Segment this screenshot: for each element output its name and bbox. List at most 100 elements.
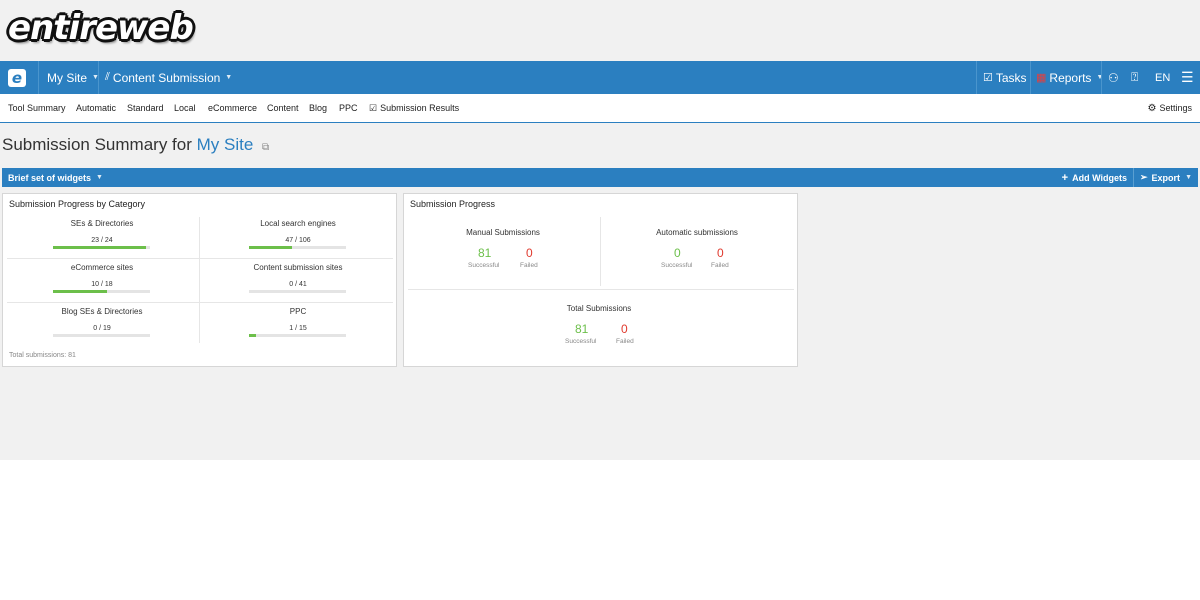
tab-content[interactable]: Content	[267, 94, 299, 122]
divider	[408, 289, 794, 290]
category-item[interactable]: Local search engines 47 / 106	[201, 213, 395, 255]
progress-fill	[249, 334, 256, 337]
tasks-label: Tasks	[995, 70, 1027, 85]
submission-results-icon: ☑	[369, 102, 378, 113]
export-label: Export	[1151, 172, 1181, 183]
category-count: 1 / 15	[289, 325, 307, 332]
category-name: Content submission sites	[253, 263, 343, 272]
reports-label: Reports	[1049, 70, 1092, 85]
user-icon[interactable]: ⚇	[1108, 61, 1119, 94]
successful-label: Successful	[468, 262, 500, 269]
tab-ecommerce[interactable]: eCommerce	[208, 94, 257, 122]
category-name: PPC	[289, 307, 307, 316]
settings-button[interactable]: ⚙ Settings	[1148, 94, 1193, 122]
progress-bar	[249, 334, 346, 337]
page-title: Submission Summary for My Site ⧉	[2, 135, 269, 155]
tab-submission-results[interactable]: ☑ Submission Results	[369, 94, 459, 122]
progress-fill	[249, 246, 292, 249]
tab-blog[interactable]: Blog	[309, 94, 327, 122]
chevron-down-icon: ▼	[96, 174, 103, 181]
gear-icon: ⚙	[1147, 102, 1157, 114]
chevron-down-icon: ▼	[1096, 74, 1104, 81]
progress-bar	[249, 290, 346, 293]
site-selector[interactable]: My Site ▼	[47, 61, 99, 94]
top-navigation-bar: e My Site ▼ ⫽ Content Submission ▼ ☑ Tas…	[0, 61, 1200, 94]
divider	[38, 61, 39, 94]
reports-icon: ▦	[1036, 72, 1047, 84]
progress-bar	[53, 290, 150, 293]
category-item[interactable]: Content submission sites 0 / 41	[201, 257, 395, 299]
category-item[interactable]: Blog SEs & Directories 0 / 19	[5, 301, 199, 343]
divider	[600, 217, 601, 286]
divider	[1101, 61, 1102, 94]
submission-progress-widget: Submission Progress Manual Submissions 8…	[403, 193, 798, 367]
divider	[976, 61, 977, 94]
progress-bar	[53, 334, 150, 337]
language-selector[interactable]: EN	[1155, 61, 1170, 94]
widget-toolbar: Brief set of widgets ▼ + Add Widgets ➢ E…	[2, 168, 1198, 187]
widget-set-selector[interactable]: Brief set of widgets ▼	[8, 168, 103, 187]
reports-button[interactable]: ▦ Reports ▼	[1036, 61, 1103, 94]
add-widgets-button[interactable]: + Add Widgets	[1056, 168, 1134, 187]
stat-title: Total Submissions	[566, 304, 632, 313]
logo-band: entireweb	[0, 0, 1200, 61]
tab-standard[interactable]: Standard	[127, 94, 164, 122]
widget-set-label: Brief set of widgets	[8, 172, 92, 183]
category-name: eCommerce sites	[70, 263, 134, 272]
divider	[199, 217, 200, 343]
total-submissions-note: Total submissions: 81	[9, 352, 76, 359]
divider	[98, 61, 99, 94]
successful-count: 81	[575, 322, 589, 336]
tab-automatic[interactable]: Automatic	[76, 94, 116, 122]
tab-local[interactable]: Local	[174, 94, 196, 122]
stat-title: Automatic submissions	[656, 228, 738, 237]
app-logo-icon: e	[8, 68, 26, 87]
widget-title: Submission Progress	[410, 199, 496, 209]
failed-label: Failed	[616, 338, 634, 345]
page-title-site-link[interactable]: My Site	[197, 135, 254, 154]
chevron-down-icon: ▼	[1185, 174, 1192, 181]
menu-icon[interactable]: ☰	[1181, 61, 1194, 94]
failed-count: 0	[526, 246, 533, 260]
entireweb-logo[interactable]: entireweb	[8, 8, 194, 48]
manual-submissions-stat: Manual Submissions 81 0 Successful Faile…	[408, 228, 598, 272]
progress-fill	[53, 290, 108, 293]
site-selector-label: My Site	[47, 70, 88, 85]
module-selector[interactable]: ⫽ Content Submission ▼	[105, 61, 232, 94]
tab-ppc[interactable]: PPC	[339, 94, 358, 122]
widget-title: Submission Progress by Category	[9, 199, 146, 209]
progress-fill	[53, 246, 147, 249]
successful-label: Successful	[661, 262, 693, 269]
tool-tabs: Tool Summary Automatic Standard Local eC…	[0, 94, 1200, 123]
tasks-icon: ☑	[983, 72, 993, 84]
total-submissions-stat: Total Submissions 81 0 Successful Failed	[504, 304, 694, 348]
successful-label: Successful	[565, 338, 597, 345]
settings-label: Settings	[1159, 103, 1192, 113]
content-submission-icon: ⫽	[105, 71, 110, 83]
open-external-icon[interactable]: ⧉	[262, 142, 269, 153]
category-name: Local search engines	[260, 219, 336, 228]
category-count: 23 / 24	[91, 237, 113, 244]
failed-label: Failed	[520, 262, 538, 269]
category-progress-widget: Submission Progress by Category SEs & Di…	[2, 193, 397, 367]
failed-label: Failed	[711, 262, 729, 269]
export-button[interactable]: ➢ Export ▼	[1140, 168, 1192, 187]
failed-count: 0	[621, 322, 628, 336]
tab-tool-summary[interactable]: Tool Summary	[8, 94, 66, 122]
category-count: 10 / 18	[91, 281, 113, 288]
successful-count: 0	[674, 246, 681, 260]
plus-icon: +	[1061, 171, 1069, 184]
tasks-button[interactable]: ☑ Tasks	[983, 61, 1027, 94]
chevron-down-icon: ▼	[225, 74, 233, 81]
category-item[interactable]: SEs & Directories 23 / 24	[5, 213, 199, 255]
category-count: 0 / 41	[289, 281, 307, 288]
category-item[interactable]: PPC 1 / 15	[201, 301, 395, 343]
category-item[interactable]: eCommerce sites 10 / 18	[5, 257, 199, 299]
help-icon[interactable]: ⍰	[1131, 61, 1138, 94]
successful-count: 81	[478, 246, 492, 260]
failed-count: 0	[717, 246, 724, 260]
app-home-button[interactable]: e	[0, 61, 34, 94]
tab-submission-results-label: Submission Results	[380, 103, 460, 113]
category-name: Blog SEs & Directories	[61, 307, 143, 316]
progress-bar	[53, 246, 150, 249]
